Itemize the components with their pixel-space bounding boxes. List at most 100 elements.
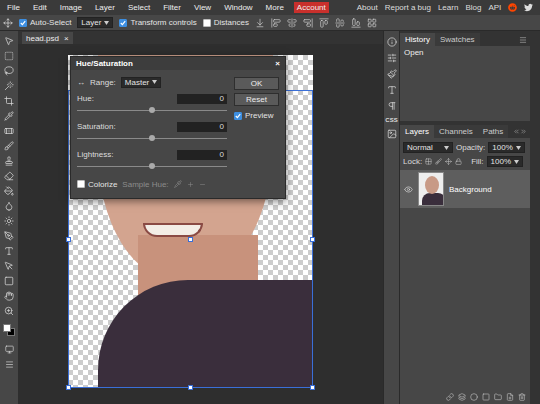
character-icon[interactable] [387, 85, 397, 95]
transform-handle[interactable] [310, 237, 315, 242]
history-item[interactable]: Open [400, 46, 530, 59]
align-right-icon[interactable] [303, 18, 313, 28]
value-field[interactable]: 0 [177, 94, 227, 104]
panel-tab[interactable]: Layers [400, 125, 434, 138]
checkbox[interactable] [19, 19, 27, 27]
slider-thumb[interactable] [149, 163, 155, 169]
zoom-tool-icon[interactable] [4, 306, 14, 316]
menu-item[interactable]: Edit [30, 2, 50, 13]
foreground-color[interactable] [3, 324, 11, 332]
transform-handle[interactable] [188, 237, 193, 242]
menu-item[interactable]: Layer [92, 2, 118, 13]
slider[interactable] [77, 162, 227, 171]
quick-mask-icon[interactable] [5, 345, 14, 354]
add-sample-icon[interactable] [187, 181, 194, 188]
eyedropper-icon[interactable] [174, 180, 182, 188]
lock-all-icon[interactable] [455, 158, 462, 165]
paint-bucket-icon[interactable] [4, 186, 14, 196]
shape-tool-icon[interactable] [4, 276, 14, 286]
hand-tool-icon[interactable] [4, 291, 14, 301]
clone-stamp-icon[interactable] [4, 156, 14, 166]
move-icon[interactable] [3, 18, 13, 28]
marquee-tool-icon[interactable] [4, 51, 14, 61]
menu-item[interactable]: More [263, 2, 287, 13]
slider-thumb[interactable] [149, 135, 155, 141]
crop-tool-icon[interactable] [4, 96, 14, 106]
distances-option[interactable]: Distances [203, 18, 249, 27]
image-icon[interactable] [387, 129, 397, 139]
grid-icon[interactable] [367, 18, 377, 28]
preview-option[interactable]: Preview [234, 111, 279, 120]
checkbox[interactable] [234, 112, 242, 120]
brush-tool-icon[interactable] [4, 141, 14, 151]
value-field[interactable]: 0 [177, 122, 227, 132]
transform-handle[interactable] [66, 237, 71, 242]
trash-icon[interactable] [518, 393, 526, 401]
panel-tab[interactable]: Swatches [435, 33, 480, 46]
menu-item[interactable]: Account [294, 2, 329, 13]
blend-mode-select[interactable]: Normal [403, 142, 453, 153]
type-tool-icon[interactable] [4, 246, 14, 256]
dialog-button[interactable]: Reset [234, 93, 279, 106]
reddit-icon[interactable] [508, 3, 517, 13]
screen-mode-icon[interactable] [5, 360, 14, 369]
layer-row[interactable]: Background [400, 170, 530, 208]
menu-link[interactable]: Report a bug [385, 3, 431, 12]
paragraph-icon[interactable] [387, 101, 397, 111]
menu-link[interactable]: About [357, 3, 378, 12]
brushes-icon[interactable] [387, 69, 397, 79]
expand-icon[interactable] [520, 128, 527, 135]
panel-tab[interactable]: Paths [478, 125, 508, 138]
range-select[interactable]: Master [121, 77, 161, 88]
path-select-icon[interactable] [4, 261, 14, 271]
menu-item[interactable]: View [191, 2, 214, 13]
magic-wand-icon[interactable] [4, 81, 14, 91]
mask-icon[interactable] [482, 393, 490, 401]
eye-icon[interactable] [404, 185, 413, 194]
opacity-field[interactable]: 100% [488, 142, 524, 153]
align-center-icon[interactable] [287, 18, 297, 28]
twitter-icon[interactable] [524, 3, 533, 13]
document-tab[interactable]: head.psd× [22, 32, 73, 44]
css-button[interactable]: CSS [385, 117, 397, 123]
menu-item[interactable]: Image [57, 2, 85, 13]
subtract-sample-icon[interactable] [199, 181, 206, 188]
lock-pixels-icon[interactable] [435, 158, 442, 165]
adjustment-icon[interactable] [470, 393, 478, 401]
collapse-icon[interactable] [513, 128, 520, 135]
healing-brush-icon[interactable] [4, 126, 14, 136]
align-middle-icon[interactable] [335, 18, 345, 28]
lock-position-icon[interactable] [445, 158, 452, 165]
lasso-tool-icon[interactable] [4, 66, 14, 76]
transform-handle[interactable] [188, 385, 193, 390]
slider[interactable] [77, 106, 227, 115]
pen-tool-icon[interactable] [4, 231, 14, 241]
checkbox[interactable] [203, 19, 211, 27]
menu-item[interactable]: File [4, 2, 23, 13]
fill-field[interactable]: 100% [487, 156, 523, 167]
color-swatches[interactable] [3, 324, 15, 336]
menu-link[interactable]: Learn [438, 3, 458, 12]
menu-item[interactable]: Select [125, 2, 153, 13]
menu-item[interactable]: Filter [160, 2, 184, 13]
transform-controls-option[interactable]: Transform controls [119, 18, 196, 27]
auto-select-option[interactable]: Auto-Select [19, 18, 71, 27]
folder-icon[interactable] [494, 393, 502, 401]
checkbox[interactable] [119, 19, 127, 27]
lock-transparency-icon[interactable] [425, 158, 432, 165]
download-icon[interactable] [255, 18, 265, 28]
properties-icon[interactable] [387, 53, 397, 63]
dialog-title-bar[interactable]: Hue/Saturation× [71, 57, 285, 70]
panel-menu-icon[interactable] [519, 36, 527, 44]
dodge-tool-icon[interactable] [4, 216, 14, 226]
effects-icon[interactable] [458, 393, 466, 401]
panel-tab[interactable]: History [400, 33, 435, 46]
align-left-icon[interactable] [271, 18, 281, 28]
value-field[interactable]: 0 [177, 150, 227, 160]
layer-select[interactable]: Layer [77, 17, 113, 28]
align-top-icon[interactable] [319, 18, 329, 28]
close-tab-button[interactable]: × [64, 34, 69, 43]
blur-tool-icon[interactable] [4, 201, 14, 211]
transform-handle[interactable] [66, 385, 71, 390]
eyedropper-icon[interactable] [4, 111, 14, 121]
